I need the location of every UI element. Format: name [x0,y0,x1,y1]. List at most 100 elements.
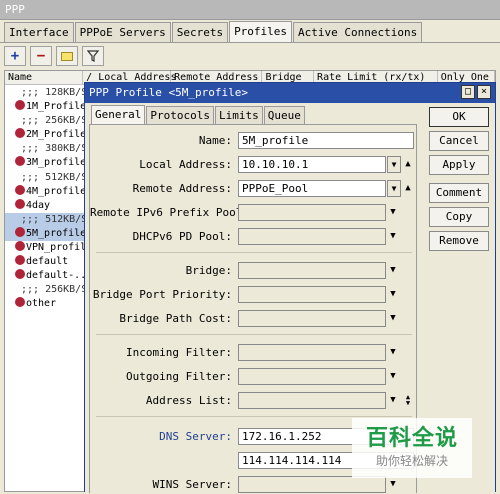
note-icon [61,51,73,61]
incoming-filter-row: Incoming Filter: ▼ [90,344,418,362]
triangle-down-icon[interactable]: ▼ [387,230,399,243]
tab-protocols[interactable]: Protocols [146,106,214,124]
tab-divider [0,42,500,43]
triangle-down-icon[interactable]: ▼ [387,346,399,359]
bridge-label: Bridge: [185,264,232,277]
list-comment-row[interactable]: ;;; 512KB/S [5,171,89,185]
local-address-input[interactable]: 10.10.10.1 [238,156,386,173]
filter-button[interactable] [82,46,104,66]
incoming-filter-label: Incoming Filter: [126,346,232,359]
add-button[interactable]: + [4,46,26,66]
list-item-label: ;;; 512KB/S [21,213,88,225]
list-item[interactable]: 4day [5,198,89,213]
profile-icon [15,297,25,308]
triangle-up-icon[interactable]: ▲ [402,182,414,195]
outgoing-filter-input[interactable] [238,368,386,385]
wins-server-input[interactable] [238,476,386,493]
dialog-tabs: General Protocols Limits Queue [91,105,306,124]
triangle-down-icon[interactable]: ▼ [387,370,399,383]
list-item-label: ;;; 380KB/S [21,143,88,155]
list-item[interactable]: 3M_profile [5,156,89,170]
restore-icon[interactable]: □ [461,85,475,99]
dhcpv6-label: DHCPv6 PD Pool: [132,230,232,243]
watermark-logo: 百科全说 助你轻松解决 [352,418,472,478]
bridge-path-cost-label: Bridge Path Cost: [119,312,232,325]
bridge-port-priority-label: Bridge Port Priority: [92,288,232,301]
list-item[interactable]: other [5,297,89,311]
profile-icon [15,156,25,167]
tab-limits[interactable]: Limits [214,106,263,124]
list-item-label: other [26,298,57,310]
list-item[interactable]: default-... [5,269,89,283]
outgoing-filter-row: Outgoing Filter: ▼ [90,368,418,386]
remove-button[interactable]: Remove [429,231,489,251]
list-item[interactable]: VPN_profil [5,241,89,255]
column-name[interactable]: Name [5,71,84,84]
dns-server-label: DNS Server: [159,430,232,443]
window-titlebar: PPP [0,0,500,20]
tab-active-connections[interactable]: Active Connections [293,22,423,43]
bridge-port-priority-input[interactable] [238,286,386,303]
list-item[interactable]: 4M_profile [5,184,89,199]
remote-address-label: Remote Address: [132,182,232,195]
list-item[interactable]: 5M_profile [5,226,89,242]
list-item[interactable]: default [5,255,89,269]
list-item-label: VPN_profil [26,242,87,254]
list-comment-row[interactable]: ;;; 256KB/S [5,114,89,128]
up-down-arrows-icon[interactable]: ▲ ▼ [402,394,414,407]
list-comment-row[interactable]: ;;; 380KB/S [5,142,89,156]
list-item[interactable]: 2M_Profile [5,128,89,142]
comment-button[interactable] [56,46,78,66]
remote-ipv6-input[interactable] [238,204,386,221]
address-list-row: Address List: ▼ ▲ ▼ [90,392,418,410]
list-item-label: 1M_Profile [26,101,87,113]
triangle-down-icon[interactable]: ▼ [387,206,399,219]
tab-profiles[interactable]: Profiles [229,21,293,43]
triangle-down-icon[interactable]: ▼ [387,478,399,491]
tab-queue[interactable]: Queue [263,106,305,124]
list-rows: ;;; 128KB/S 1M_Profile ;;; 256KB/S 2M_Profi… [5,86,89,312]
triangle-down-icon[interactable]: ▼ [387,288,399,301]
main-tabs: Interface PPPoE Servers Secrets Profiles… [4,21,423,43]
list-item[interactable]: 1M_Profile [5,100,89,114]
remote-address-input[interactable]: PPPoE_Pool [238,180,386,197]
list-item-label: ;;; 256KB/S [21,115,88,127]
tab-general[interactable]: General [91,105,146,124]
address-list-input[interactable] [238,392,386,409]
triangle-up-icon[interactable]: ▲ [402,158,414,171]
tab-pppoe-servers[interactable]: PPPoE Servers [74,22,171,43]
copy-button[interactable]: Copy [429,207,489,227]
list-comment-row[interactable]: ;;; 512KB/S [5,212,89,227]
apply-button[interactable]: Apply [429,155,489,175]
tab-interface[interactable]: Interface [4,22,74,43]
chevron-down-icon[interactable]: ▼ [387,180,401,197]
cancel-button[interactable]: Cancel [429,131,489,151]
bridge-path-cost-input[interactable] [238,310,386,327]
remove-button[interactable]: − [30,46,52,66]
comment-button[interactable]: Comment [429,183,489,203]
triangle-down-icon[interactable]: ▼ [387,394,399,407]
dhcpv6-row: DHCPv6 PD Pool: ▼ [90,228,418,246]
profile-icon [15,184,25,195]
list-item-label: 3M_profile [26,157,87,169]
triangle-down-icon[interactable]: ▼ [387,264,399,277]
close-icon[interactable]: × [477,85,491,99]
tab-secrets[interactable]: Secrets [171,22,229,43]
window-title: PPP [5,3,25,16]
list-item-label: 4M_profile [26,185,87,197]
bridge-row: Bridge: ▼ [90,262,418,280]
dhcpv6-input[interactable] [238,228,386,245]
list-item-label: ;;; 512KB/S [21,171,88,183]
profile-icon [15,255,25,266]
name-input[interactable]: 5M_profile [238,132,414,149]
list-comment-row[interactable]: ;;; 256KB/S [5,283,89,297]
list-comment-row[interactable]: ;;; 128KB/S [5,86,89,100]
divider [96,334,412,335]
triangle-down-icon[interactable]: ▼ [387,312,399,325]
incoming-filter-input[interactable] [238,344,386,361]
watermark-sub: 助你轻松解决 [375,454,448,468]
remote-ipv6-row: Remote IPv6 Prefix Pool: ▼ [90,204,418,222]
chevron-down-icon[interactable]: ▼ [387,156,401,173]
ok-button[interactable]: OK [429,107,489,127]
bridge-input[interactable] [238,262,386,279]
